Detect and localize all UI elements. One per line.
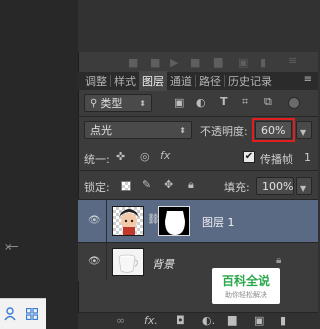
search-icon: ⚲	[90, 97, 98, 109]
lock-all-icon[interactable]: 🔒︎	[188, 178, 194, 192]
propagate-label: 传播帧	[260, 153, 293, 166]
visibility-eye-icon[interactable]: 👁︎	[88, 256, 101, 267]
stop-icon[interactable]: ■	[128, 56, 138, 69]
filter-kind-label: 类型	[100, 97, 123, 110]
layer-name[interactable]: 图层 1	[202, 214, 235, 230]
tab-channels[interactable]: 通道	[167, 71, 195, 91]
divider	[8, 246, 18, 247]
divider	[106, 243, 107, 281]
grid-icon[interactable]	[26, 308, 38, 320]
cup-image	[118, 254, 139, 273]
lock-icon: 🔒︎	[276, 255, 282, 266]
opacity-value: 60%	[261, 124, 286, 137]
filter-type-icon[interactable]: T	[220, 95, 228, 108]
canvas-area	[0, 0, 78, 329]
filter-adjustment-icon[interactable]: ◐	[196, 96, 206, 109]
tab-styles[interactable]: 样式	[111, 71, 139, 91]
layer-mask-thumbnail[interactable]	[158, 206, 190, 236]
watermark-subtitle: 助你轻松解决	[225, 291, 267, 299]
close-icon[interactable]: ×	[4, 242, 12, 253]
trash-icon[interactable]: ▮	[260, 56, 266, 69]
new-icon[interactable]: ▣	[238, 56, 248, 69]
tab-adjustments[interactable]: 调整	[82, 71, 110, 91]
blend-mode-select[interactable]: 点光 ⬍	[84, 121, 192, 139]
divider	[106, 200, 107, 242]
lock-label: 锁定:	[84, 181, 110, 194]
link-layers-icon[interactable]: ∞	[116, 314, 125, 327]
menu-icon[interactable]: ≡	[288, 54, 297, 67]
left-toolbar	[0, 298, 46, 329]
top-toolbar: ■ ■ ▶ ■ ▆ ▣ ▮ ≡	[128, 54, 318, 69]
lock-move-icon[interactable]: ✥	[164, 178, 173, 191]
fill-input[interactable]: 100%	[256, 177, 294, 195]
tab-bar: 调整 样式 图层 通道 路径 历史记录 ≡	[78, 71, 318, 91]
watermark-title: 百科全说	[221, 274, 270, 288]
layer-name[interactable]: 背景	[152, 256, 174, 272]
folder-icon[interactable]: ▆	[214, 55, 222, 68]
add-mask-icon[interactable]: ◘	[176, 314, 185, 327]
check-icon: ✔	[244, 151, 254, 162]
unify-style-icon[interactable]: fx	[160, 149, 170, 162]
watermark-logo: 百科全说 助你轻松解决	[212, 268, 280, 304]
tab-paths[interactable]: 路径	[196, 71, 224, 91]
unify-position-icon[interactable]: ✜	[116, 150, 125, 163]
add-style-icon[interactable]: fx.	[144, 314, 158, 327]
fill-label: 填充:	[224, 181, 250, 194]
opacity-dropdown[interactable]: ▼	[296, 121, 312, 139]
fill-dropdown[interactable]: ▼	[296, 177, 312, 195]
fill-value: 100%	[262, 180, 294, 193]
filter-pixel-icon[interactable]: ▣	[174, 96, 184, 109]
chevron-updown-icon: ⬍	[179, 125, 186, 135]
filter-toggle[interactable]	[288, 97, 300, 109]
divider	[78, 170, 318, 171]
divider	[78, 116, 318, 117]
propagate-checkbox[interactable]: ✔	[243, 151, 255, 163]
panel-menu-icon[interactable]: ≡	[304, 74, 312, 85]
filter-kind-select[interactable]: ⚲ 类型 ⬍	[84, 94, 152, 112]
tab-layers[interactable]: 图层	[139, 71, 167, 91]
background-thumbnail[interactable]	[112, 248, 144, 276]
opacity-input[interactable]: 60%	[255, 121, 292, 139]
prev-icon[interactable]: ■	[150, 56, 160, 69]
chevron-down-icon: ▼	[300, 184, 307, 193]
new-adjustment-icon[interactable]: ◐.	[202, 314, 215, 327]
chevron-updown-icon: ⬍	[139, 98, 146, 108]
next-icon[interactable]: ■	[190, 56, 200, 69]
lock-brush-icon[interactable]: ✎	[142, 178, 151, 191]
filter-shape-icon[interactable]: ⌗	[242, 95, 248, 109]
new-group-icon[interactable]: ▆	[228, 313, 236, 326]
lock-transparency-icon[interactable]	[121, 181, 131, 191]
opacity-label: 不透明度:	[200, 125, 248, 138]
filter-smartobject-icon[interactable]: ⧉	[264, 95, 272, 109]
panel-header-area	[78, 0, 318, 52]
user-icon[interactable]	[4, 307, 16, 321]
new-layer-icon[interactable]: ▣	[254, 314, 264, 327]
delete-layer-icon[interactable]: ▮	[280, 314, 286, 327]
unify-visibility-icon[interactable]: ◎	[140, 150, 150, 163]
tab-history[interactable]: 历史记录	[225, 71, 275, 91]
layer-thumbnail[interactable]	[112, 206, 144, 236]
unify-label: 统一:	[84, 153, 110, 166]
visibility-eye-icon[interactable]: 👁︎	[88, 215, 101, 226]
layers-bottom-toolbar: ∞ fx. ◘ ◐. ▆ ▣ ▮	[78, 312, 318, 329]
mask-shape	[165, 211, 185, 235]
chevron-down-icon: ▼	[300, 128, 307, 137]
blend-mode-value: 点光	[90, 124, 112, 137]
play-icon[interactable]: ▶	[170, 56, 178, 69]
character-image	[119, 209, 139, 235]
frame-number: 1	[304, 151, 311, 164]
